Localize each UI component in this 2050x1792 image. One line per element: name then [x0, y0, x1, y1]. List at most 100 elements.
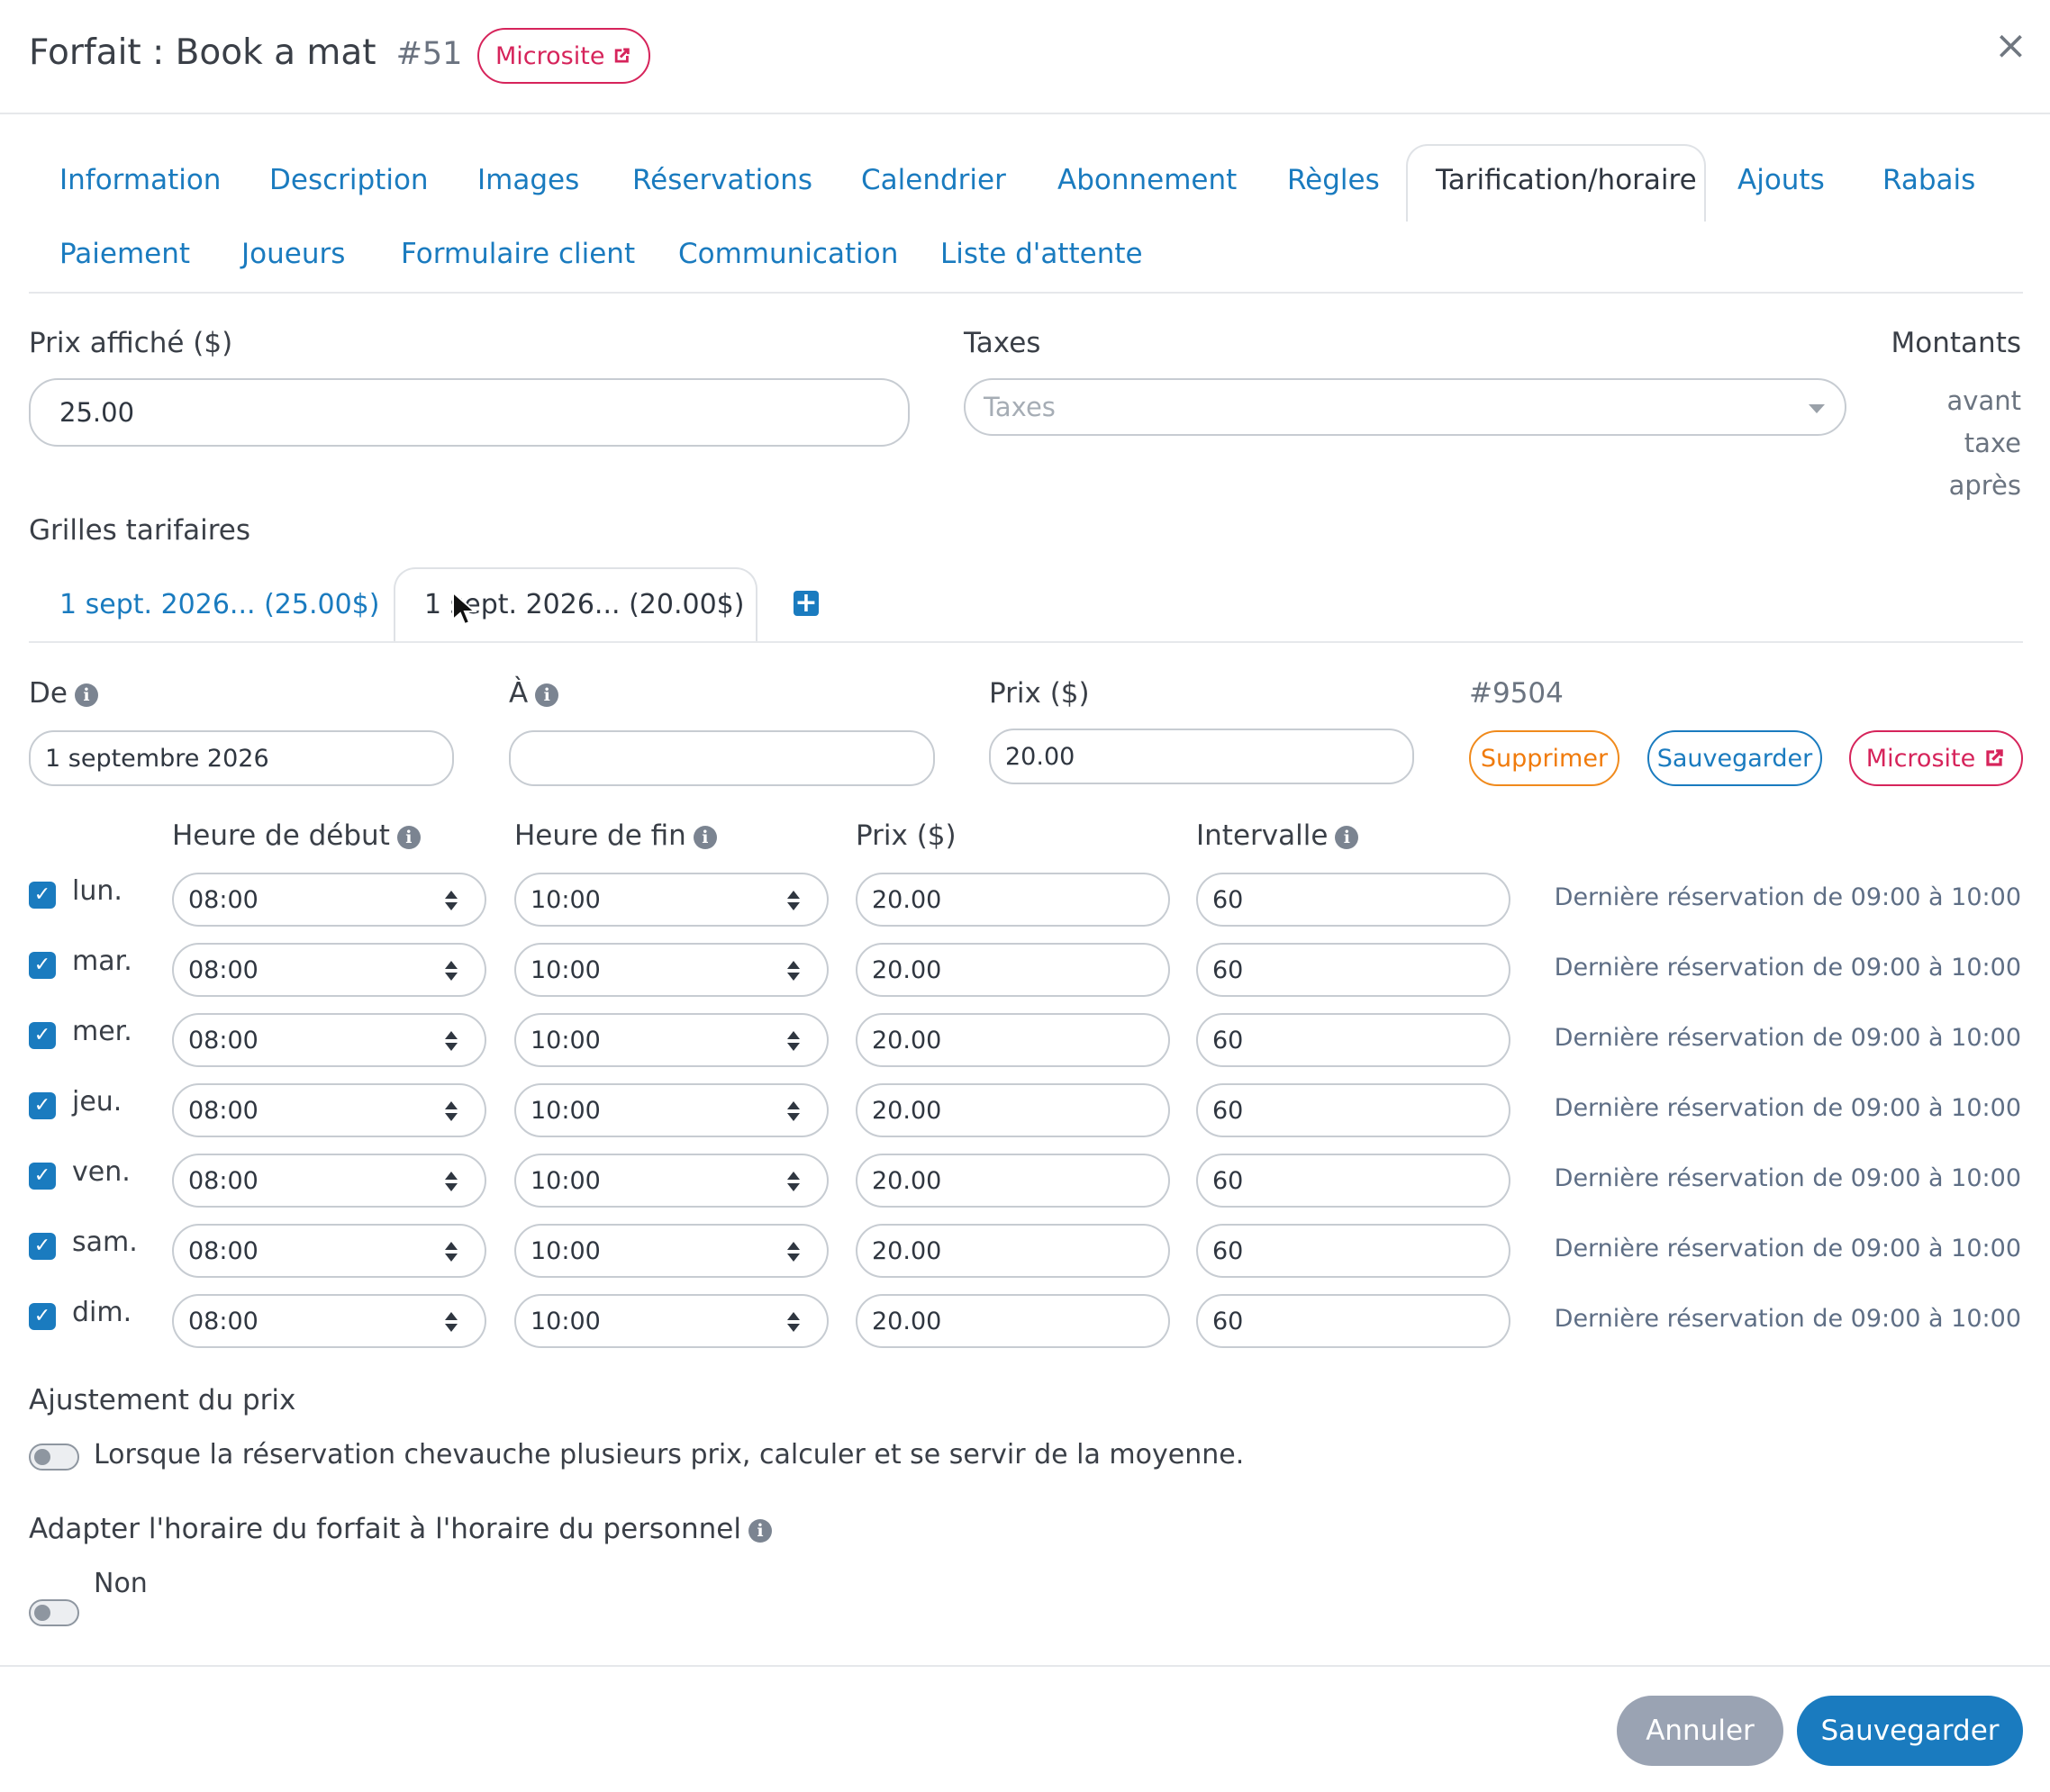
day-label: mer.	[72, 1016, 132, 1047]
interval-value: 60	[1212, 1166, 1244, 1195]
day-checkbox[interactable]: ✓	[29, 1163, 56, 1190]
grids-label: Grilles tarifaires	[29, 514, 251, 547]
end-time-select[interactable]: 10:00	[514, 1154, 829, 1208]
start-time-select[interactable]: 08:00	[172, 873, 486, 927]
amounts-option-avant[interactable]: avant	[1947, 380, 2021, 422]
info-icon[interactable]: i	[535, 683, 559, 707]
tab-abonnement[interactable]: Abonnement	[1057, 164, 1237, 196]
header-microsite-button[interactable]: Microsite	[477, 28, 650, 84]
save-button[interactable]: Sauvegarder	[1797, 1696, 2023, 1766]
from-label: De i	[29, 677, 98, 710]
end-time-select[interactable]: 10:00	[514, 1083, 829, 1137]
sort-arrows-icon	[445, 1242, 458, 1263]
row-price-input[interactable]: 20.00	[856, 873, 1170, 927]
row-price-value: 20.00	[872, 1307, 942, 1335]
tab-information[interactable]: Information	[59, 164, 221, 196]
delete-grid-button[interactable]: Supprimer	[1469, 730, 1619, 786]
average-price-toggle[interactable]	[29, 1444, 79, 1471]
external-link-icon	[1986, 749, 2003, 766]
interval-input[interactable]: 60	[1196, 943, 1510, 997]
grid-id: #9504	[1469, 677, 1564, 710]
taxes-select[interactable]: Taxes	[964, 378, 1846, 436]
end-time-select[interactable]: 10:00	[514, 873, 829, 927]
info-icon[interactable]: i	[74, 683, 98, 707]
package-name: Forfait : Book a mat	[29, 32, 376, 73]
tab-regles[interactable]: Règles	[1287, 164, 1380, 196]
end-time-header: Heure de fin i	[514, 819, 717, 852]
save-grid-button[interactable]: Sauvegarder	[1647, 730, 1822, 786]
interval-input[interactable]: 60	[1196, 1224, 1510, 1278]
tab-calendrier[interactable]: Calendrier	[861, 164, 1006, 196]
day-checkbox[interactable]: ✓	[29, 1092, 56, 1119]
to-date-input[interactable]	[509, 730, 935, 786]
plus-square-icon[interactable]: +	[794, 590, 819, 617]
row-price-input[interactable]: 20.00	[856, 1154, 1170, 1208]
tab-liste-attente[interactable]: Liste d'attente	[940, 238, 1143, 270]
tabs-divider	[29, 292, 2023, 294]
grid-tab-1[interactable]: 1 sept. 2026... (25.00$)	[59, 589, 379, 620]
interval-value: 60	[1212, 885, 1244, 914]
end-time-select[interactable]: 10:00	[514, 1294, 829, 1348]
row-price-input[interactable]: 20.00	[856, 943, 1170, 997]
interval-input[interactable]: 60	[1196, 873, 1510, 927]
sort-arrows-icon	[787, 1242, 800, 1263]
tab-tarification-horaire[interactable]: Tarification/horaire	[1436, 164, 1697, 196]
chevron-down-icon	[1809, 404, 1825, 413]
price-value: 25.00	[59, 397, 135, 428]
start-time-select[interactable]: 08:00	[172, 1154, 486, 1208]
start-time-select[interactable]: 08:00	[172, 1224, 486, 1278]
amounts-label: Montants	[1891, 327, 2021, 359]
row-price-input[interactable]: 20.00	[856, 1083, 1170, 1137]
tab-reservations[interactable]: Réservations	[632, 164, 812, 196]
day-checkbox[interactable]: ✓	[29, 882, 56, 909]
end-time-value: 10:00	[531, 955, 601, 984]
amounts-option-apres[interactable]: après	[1947, 465, 2021, 507]
from-date-input[interactable]: 1 septembre 2026	[29, 730, 454, 786]
row-price-input[interactable]: 20.00	[856, 1013, 1170, 1067]
to-label: Ài	[509, 677, 559, 710]
start-time-header: Heure de début i	[172, 819, 421, 852]
day-checkbox[interactable]: ✓	[29, 1022, 56, 1049]
info-icon[interactable]: i	[748, 1518, 772, 1543]
row-price-value: 20.00	[872, 1166, 942, 1195]
end-time-select[interactable]: 10:00	[514, 943, 829, 997]
row-price-input[interactable]: 20.00	[856, 1294, 1170, 1348]
staff-schedule-toggle[interactable]	[29, 1599, 79, 1626]
price-input[interactable]: 25.00	[29, 378, 910, 447]
sort-arrows-icon	[445, 1172, 458, 1193]
day-checkbox[interactable]: ✓	[29, 952, 56, 979]
adjustment-label: Ajustement du prix	[29, 1384, 296, 1416]
tab-rabais[interactable]: Rabais	[1882, 164, 1975, 196]
interval-input[interactable]: 60	[1196, 1083, 1510, 1137]
grid-price-input[interactable]: 20.00	[989, 729, 1414, 784]
close-icon[interactable]: ×	[1994, 26, 2027, 66]
interval-input[interactable]: 60	[1196, 1013, 1510, 1067]
end-time-select[interactable]: 10:00	[514, 1013, 829, 1067]
end-time-value: 10:00	[531, 1236, 601, 1265]
sort-arrows-icon	[787, 891, 800, 912]
tab-communication[interactable]: Communication	[678, 238, 898, 270]
start-time-select[interactable]: 08:00	[172, 1294, 486, 1348]
info-icon[interactable]: i	[693, 825, 717, 849]
external-link-icon	[615, 48, 630, 63]
tab-images[interactable]: Images	[477, 164, 579, 196]
amounts-option-taxe[interactable]: taxe	[1947, 422, 2021, 465]
row-price-input[interactable]: 20.00	[856, 1224, 1170, 1278]
info-icon[interactable]: i	[396, 825, 421, 849]
interval-input[interactable]: 60	[1196, 1154, 1510, 1208]
interval-input[interactable]: 60	[1196, 1294, 1510, 1348]
grid-microsite-button[interactable]: Microsite	[1849, 730, 2023, 786]
tab-joueurs[interactable]: Joueurs	[241, 238, 345, 270]
start-time-select[interactable]: 08:00	[172, 943, 486, 997]
start-time-select[interactable]: 08:00	[172, 1013, 486, 1067]
info-icon[interactable]: i	[1335, 825, 1359, 849]
tab-formulaire-client[interactable]: Formulaire client	[401, 238, 635, 270]
tab-paiement[interactable]: Paiement	[59, 238, 190, 270]
day-checkbox[interactable]: ✓	[29, 1303, 56, 1330]
start-time-select[interactable]: 08:00	[172, 1083, 486, 1137]
tab-description[interactable]: Description	[269, 164, 429, 196]
end-time-select[interactable]: 10:00	[514, 1224, 829, 1278]
cancel-button[interactable]: Annuler	[1617, 1696, 1783, 1766]
day-checkbox[interactable]: ✓	[29, 1233, 56, 1260]
tab-ajouts[interactable]: Ajouts	[1737, 164, 1825, 196]
